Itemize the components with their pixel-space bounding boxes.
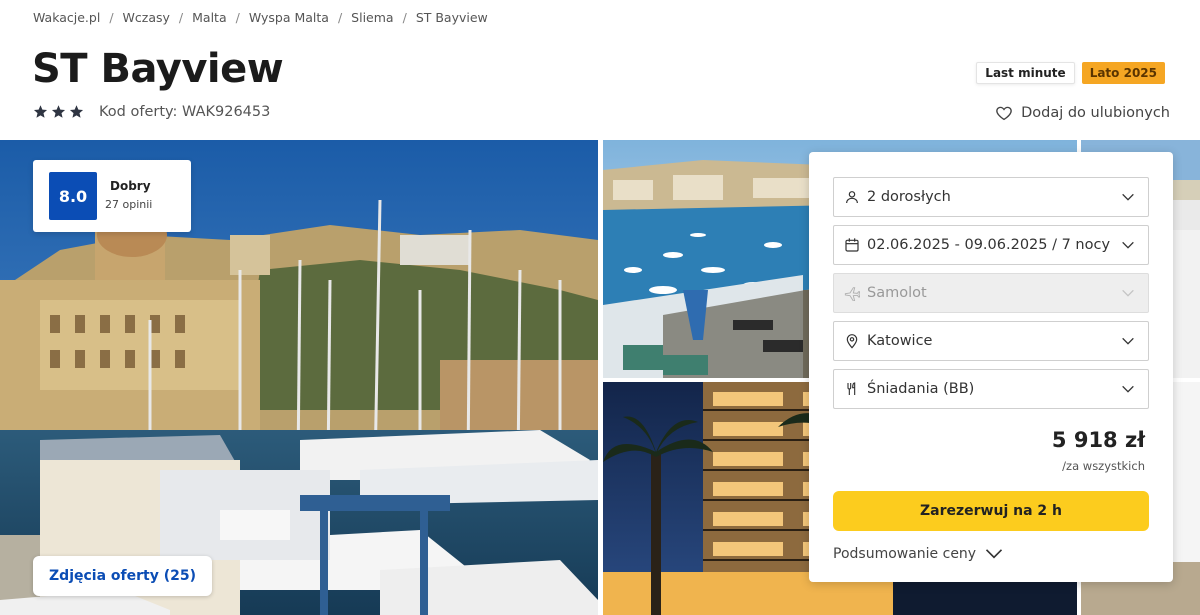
badges: Last minute Lato 2025 xyxy=(976,62,1165,84)
breadcrumb-separator: / xyxy=(337,10,343,25)
add-to-favorites-button[interactable]: Dodaj do ulubionych xyxy=(995,104,1170,122)
star-icon xyxy=(33,105,48,118)
price-summary-label: Podsumowanie ceny xyxy=(833,546,977,562)
price-note: /za wszystkich xyxy=(1062,459,1145,473)
season-badge: Lato 2025 xyxy=(1081,62,1165,84)
star-rating xyxy=(33,104,84,119)
breadcrumb-item-current[interactable]: ST Bayview xyxy=(416,10,488,25)
person-icon xyxy=(843,188,861,206)
rating-card[interactable]: 8.0 Dobry 27 opinii xyxy=(33,160,191,232)
departure-value: Katowice xyxy=(867,333,933,349)
breadcrumb: Wakacje.pl / Wczasy / Malta / Wyspa Malt… xyxy=(33,10,488,25)
guests-value: 2 dorosłych xyxy=(867,189,951,205)
dates-select[interactable]: 02.06.2025 - 09.06.2025 / 7 nocy xyxy=(833,225,1149,265)
plane-icon xyxy=(843,284,861,302)
breadcrumb-item-sliema[interactable]: Sliema xyxy=(351,10,393,25)
cutlery-icon xyxy=(843,380,861,398)
breadcrumb-separator: / xyxy=(402,10,407,25)
review-count: 27 opinii xyxy=(105,198,153,211)
offer-code: Kod oferty: WAK926453 xyxy=(99,104,271,120)
calendar-icon xyxy=(843,236,861,254)
booking-panel: 2 dorosłych 02.06.2025 - 09.06.2025 / 7 … xyxy=(809,152,1173,582)
chevron-down-icon xyxy=(986,549,1003,559)
heart-icon xyxy=(996,106,1012,121)
breadcrumb-item-wakacje[interactable]: Wakacje.pl xyxy=(33,10,100,25)
departure-select[interactable]: Katowice xyxy=(833,321,1149,361)
dates-value: 02.06.2025 - 09.06.2025 / 7 nocy xyxy=(867,237,1111,253)
star-icon xyxy=(69,105,84,118)
book-button[interactable]: Zarezerwuj na 2 h xyxy=(833,491,1149,531)
price-summary-toggle[interactable]: Podsumowanie ceny xyxy=(833,546,1004,562)
breadcrumb-item-wczasy[interactable]: Wczasy xyxy=(123,10,170,25)
photos-button[interactable]: Zdjęcia oferty (25) xyxy=(33,556,212,596)
board-value: Śniadania (BB) xyxy=(867,381,975,397)
breadcrumb-separator: / xyxy=(178,10,184,25)
hotel-title: ST Bayview xyxy=(32,46,284,92)
rating-label: Dobry xyxy=(110,179,151,193)
breadcrumb-separator: / xyxy=(235,10,240,25)
breadcrumb-separator: / xyxy=(109,10,114,25)
chevron-down-icon xyxy=(1122,241,1134,249)
total-price: 5 918 zł xyxy=(1051,428,1145,452)
chevron-down-icon xyxy=(1122,337,1134,345)
guests-select[interactable]: 2 dorosłych xyxy=(833,177,1149,217)
transport-value: Samolot xyxy=(867,285,927,301)
chevron-down-icon xyxy=(1122,385,1134,393)
star-icon xyxy=(51,105,66,118)
board-select[interactable]: Śniadania (BB) xyxy=(833,369,1149,409)
chevron-down-icon xyxy=(1122,289,1134,297)
location-pin-icon xyxy=(843,332,861,350)
transport-select: Samolot xyxy=(833,273,1149,313)
chevron-down-icon xyxy=(1122,193,1134,201)
add-to-favorites-label: Dodaj do ulubionych xyxy=(1021,105,1170,121)
last-minute-badge: Last minute xyxy=(976,62,1075,84)
breadcrumb-item-malta[interactable]: Malta xyxy=(192,10,226,25)
breadcrumb-item-wyspa-malta[interactable]: Wyspa Malta xyxy=(249,10,329,25)
rating-score: 8.0 xyxy=(49,172,97,220)
